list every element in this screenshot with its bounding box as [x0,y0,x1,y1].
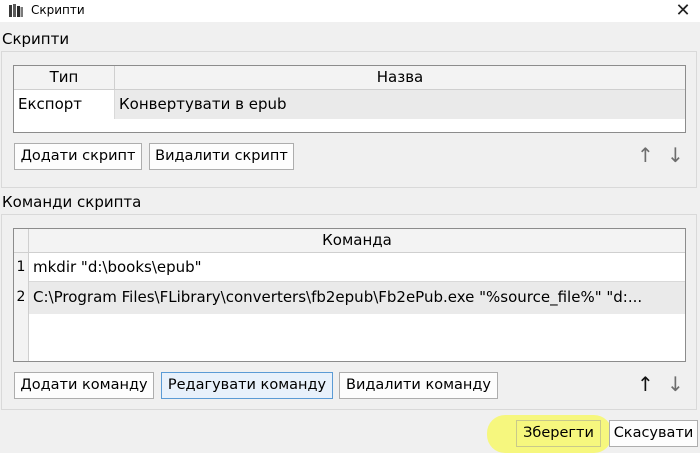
close-button[interactable]: ✕ [666,0,700,22]
column-header-command[interactable]: Команда [29,229,685,253]
scripts-table[interactable]: Тип Назва Експорт Конвертувати в epub [13,65,686,133]
arrow-up-icon[interactable]: ↑ [637,374,654,394]
arrow-down-icon[interactable]: ↓ [667,145,684,165]
script-type-cell[interactable]: Експорт [14,90,115,119]
add-command-button[interactable]: Додати команду [14,372,154,399]
add-script-button[interactable]: Додати скрипт [14,143,142,170]
script-name-cell[interactable]: Конвертувати в epub [115,90,685,119]
title-bar: Скрипти ✕ [0,0,700,22]
scripts-section-label: Скрипти [2,30,70,48]
books-icon [9,4,23,17]
column-header-name[interactable]: Назва [115,66,685,90]
close-icon: ✕ [675,0,691,21]
window-title: Скрипти [31,3,85,17]
corner-header [14,229,29,253]
edit-command-button[interactable]: Редагувати команду [161,372,333,399]
save-button[interactable]: Зберегти [516,420,601,447]
commands-section-label: Команди скрипта [2,193,142,211]
command-cell[interactable]: C:\Program Files\FLibrary\converters\fb2… [29,282,685,314]
delete-script-button[interactable]: Видалити скрипт [149,143,294,170]
command-cell[interactable]: mkdir "d:\books\epub" [29,253,685,282]
commands-table[interactable]: Команда 1 mkdir "d:\books\epub" 2 C:\Pro… [13,228,686,362]
arrow-down-icon[interactable]: ↓ [667,374,684,394]
delete-command-button[interactable]: Видалити команду [339,372,498,399]
arrow-up-icon[interactable]: ↑ [637,145,654,165]
row-number[interactable]: 1 [14,253,29,282]
row-number[interactable]: 2 [14,282,29,314]
cancel-button[interactable]: Скасувати [609,420,698,447]
row-header-strip [14,314,29,361]
column-header-type[interactable]: Тип [14,66,115,90]
